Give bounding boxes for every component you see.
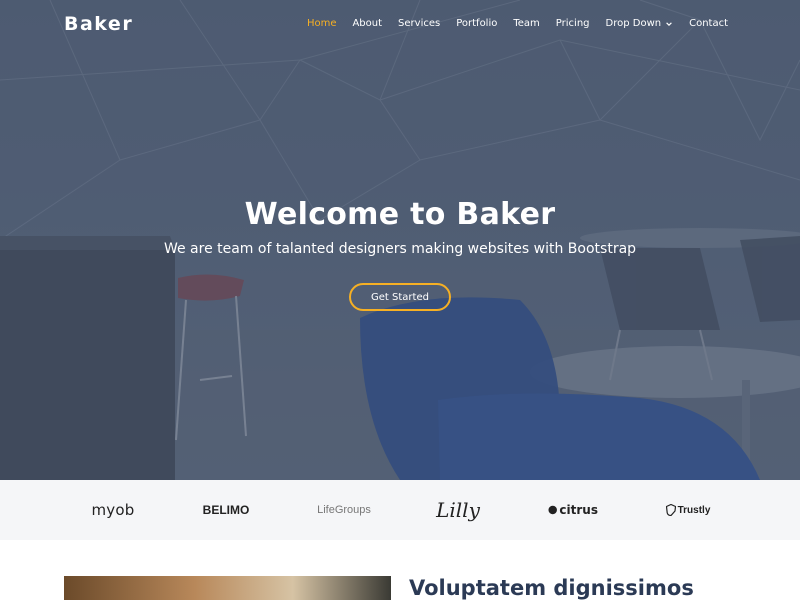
nav-item-about[interactable]: About: [344, 18, 390, 29]
nav-item-pricing[interactable]: Pricing: [548, 18, 598, 29]
brand-logo[interactable]: Baker: [64, 13, 133, 35]
trustly-icon: [665, 504, 676, 516]
main-nav: Home About Services Portfolio Team Prici…: [299, 18, 736, 29]
clients-strip: myob BELIMO LifeGroups Lilly citrus Trus…: [0, 480, 800, 540]
chevron-down-icon: [666, 21, 672, 26]
nav-item-contact[interactable]: Contact: [681, 18, 736, 29]
about-image: [64, 576, 391, 600]
get-started-button[interactable]: Get Started: [349, 283, 451, 311]
client-logo-belimo: BELIMO: [202, 503, 250, 517]
client-logo-lifegroups: LifeGroups: [317, 504, 371, 516]
citrus-icon: [548, 505, 557, 515]
client-logo-lilly: Lilly: [436, 498, 480, 522]
client-logo-myob: myob: [91, 501, 135, 519]
hero-subtitle: We are team of talanted designers making…: [163, 241, 637, 257]
nav-item-portfolio[interactable]: Portfolio: [448, 18, 505, 29]
client-logo-citrus: citrus: [548, 480, 598, 540]
nav-item-dropdown[interactable]: Drop Down: [598, 18, 682, 29]
hero-section: Baker Home About Services Portfolio Team…: [0, 0, 800, 480]
about-title: Voluptatem dignissimos: [409, 576, 694, 600]
client-logo-trustly-label: Trustly: [677, 504, 711, 516]
client-logo-trustly: Trustly: [664, 480, 712, 540]
hero-background-image: [0, 0, 800, 480]
client-logo-citrus-label: citrus: [559, 503, 598, 517]
nav-item-home[interactable]: Home: [299, 18, 345, 29]
hero-title: Welcome to Baker: [244, 197, 556, 232]
nav-item-dropdown-label: Drop Down: [605, 18, 662, 29]
nav-item-services[interactable]: Services: [390, 18, 448, 29]
nav-item-team[interactable]: Team: [505, 18, 547, 29]
